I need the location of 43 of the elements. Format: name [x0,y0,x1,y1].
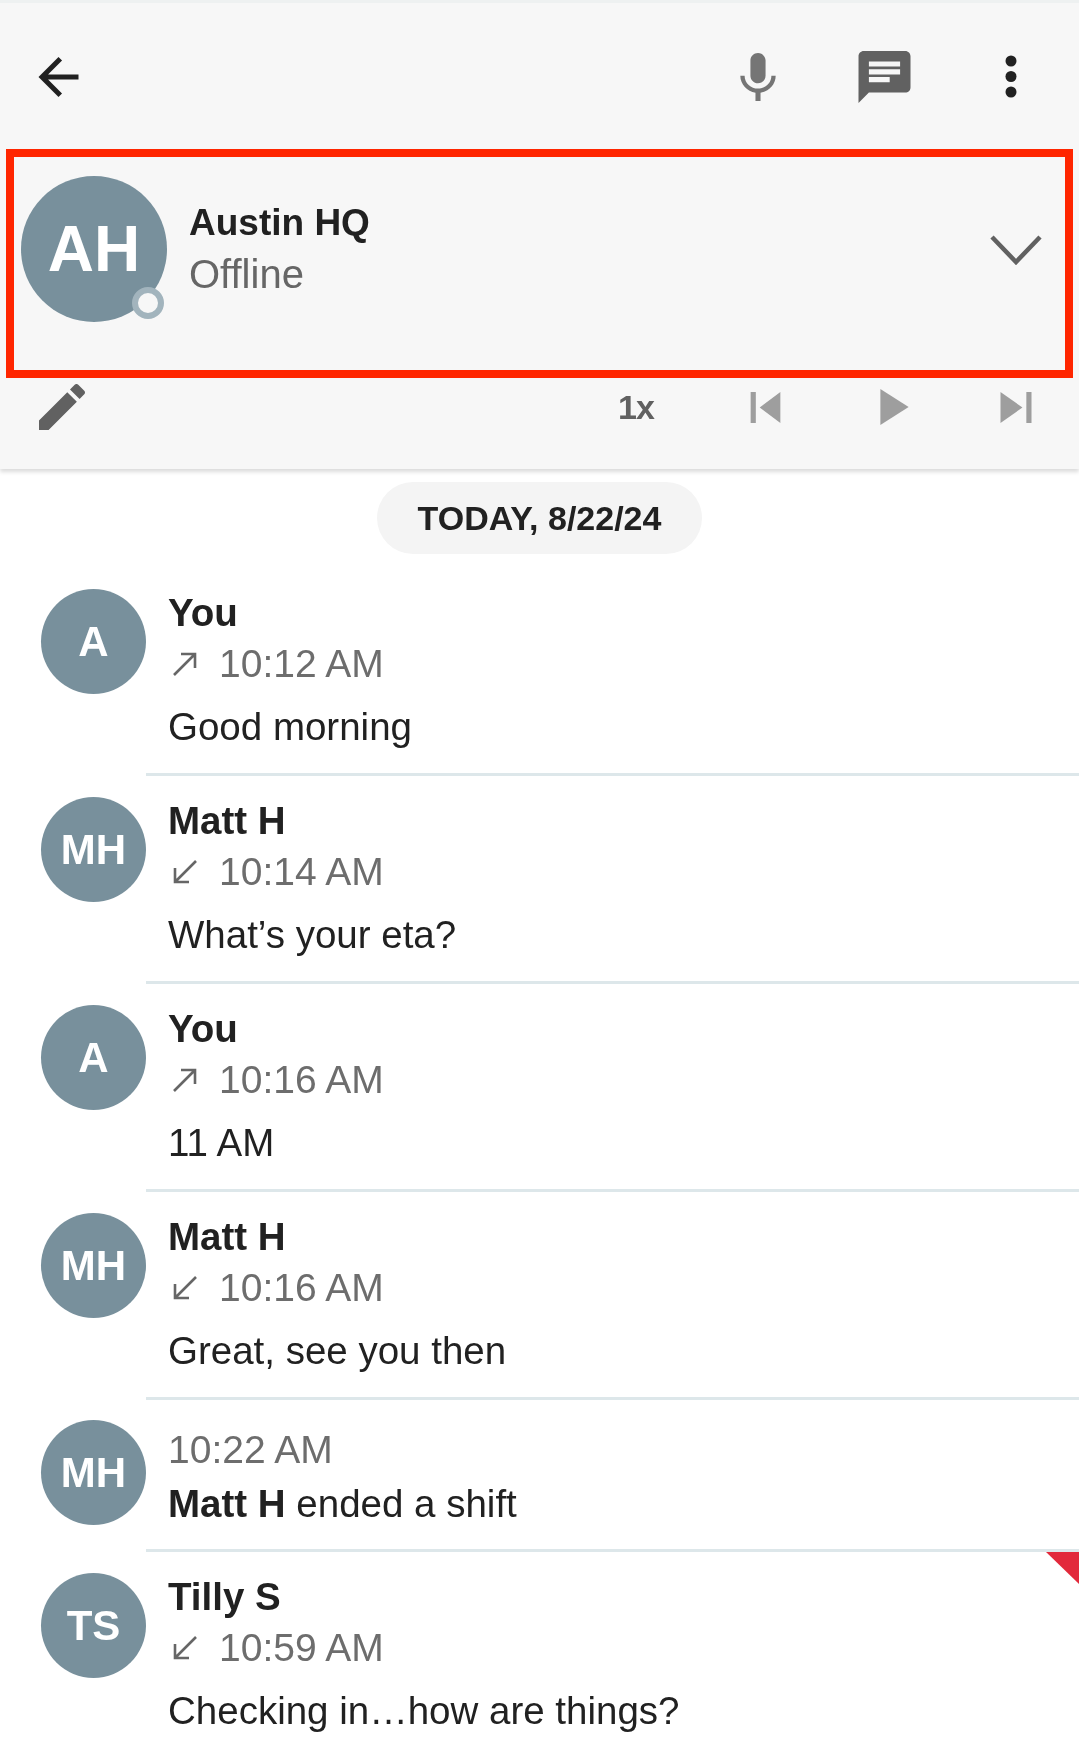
sender-name: Tilly S [168,1574,282,1620]
sender-name: You [168,1006,239,1052]
back-arrow-icon [38,56,79,97]
microphone-button[interactable] [739,52,777,101]
more-button[interactable] [1005,55,1017,98]
chevron-down-icon [990,235,1042,265]
message-text: Checking in…how are things? [168,1688,680,1734]
chat-bubble-icon [858,50,911,103]
pencil-icon [38,384,86,430]
microphone-icon [739,52,777,101]
speed-button[interactable]: 1x [606,384,666,430]
avatar: MH [41,1213,146,1318]
message-time: 10:16 AM [219,1265,384,1311]
contact-status: Offline [189,251,305,298]
message-time: 10:12 AM [219,641,384,687]
message-text: 11 AM [168,1120,276,1166]
avatar: A [41,589,146,694]
message-text: Good morning [168,704,412,750]
message-time: 10:59 AM [219,1625,384,1671]
sender-name: You [168,590,239,636]
skip-next-icon [1000,391,1032,423]
message-time: 10:16 AM [219,1057,384,1103]
avatar: AH [21,176,167,322]
contact-name: Austin HQ [189,201,370,245]
message-text: Great, see you then [168,1328,507,1374]
date-chip: TODAY, 8/22/24 [376,482,703,554]
message-text: What’s your eta? [168,912,457,958]
event-time: 10:22 AM [168,1427,334,1473]
back-button[interactable] [38,56,79,97]
avatar: A [41,1005,146,1110]
play-icon [879,389,909,425]
edit-button[interactable] [38,384,86,430]
expand-button[interactable] [990,235,1042,265]
sender-name: Matt H [168,798,287,844]
event-text: Matt H ended a shift [168,1481,517,1527]
skip-previous-icon [749,391,781,423]
sender-name: Matt H [168,1214,287,1260]
chat-button[interactable] [858,50,911,103]
message-time: 10:14 AM [219,849,384,895]
avatar: MH [41,1420,146,1525]
avatar: TS [41,1573,146,1678]
more-vertical-icon [1005,55,1017,98]
avatar: MH [41,797,146,902]
